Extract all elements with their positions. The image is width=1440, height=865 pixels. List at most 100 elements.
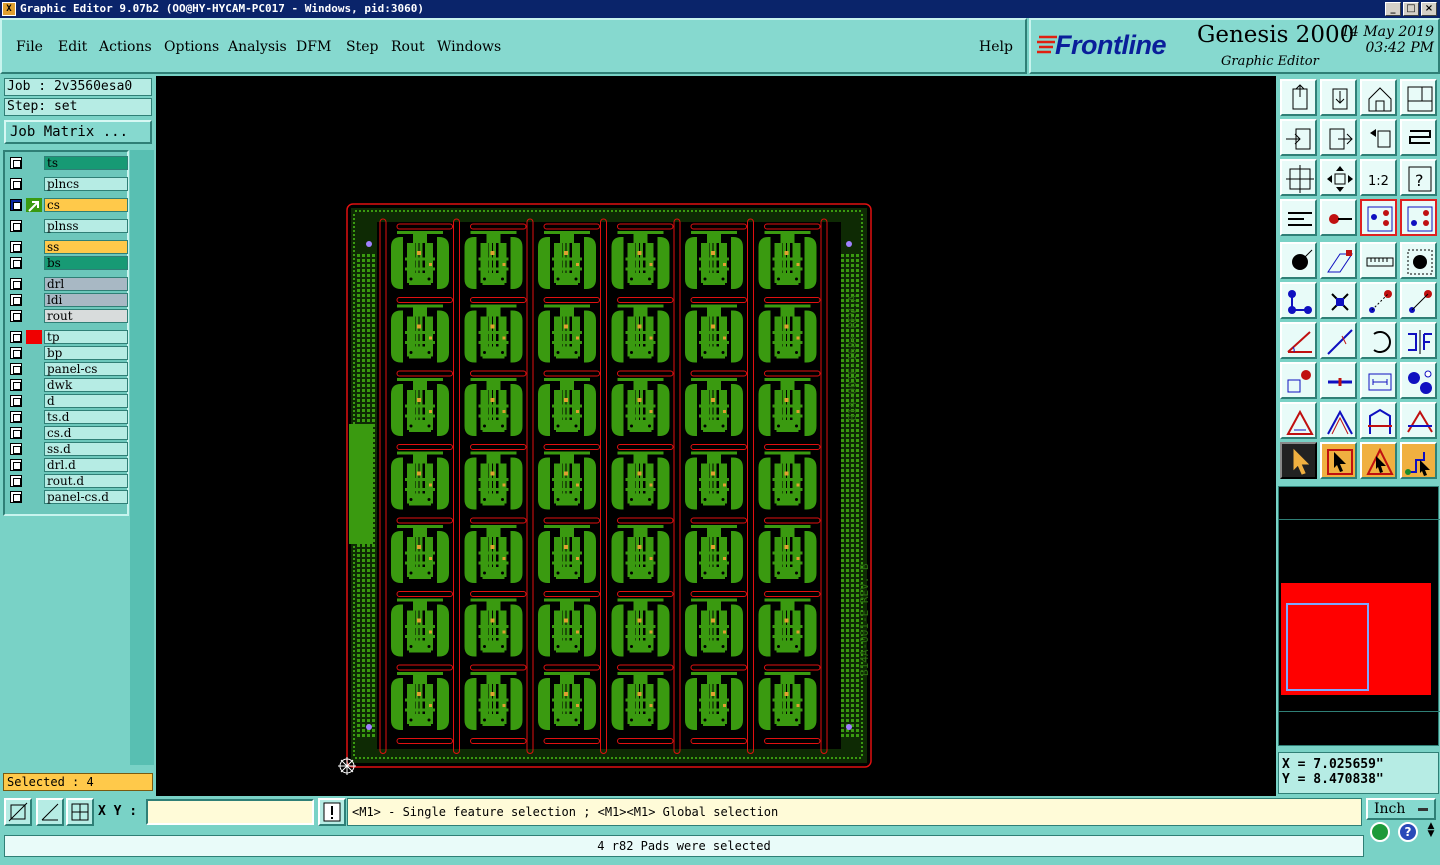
close-button[interactable]: × (1421, 2, 1437, 16)
home-button[interactable] (1360, 79, 1397, 116)
layer-checkbox[interactable] (10, 220, 22, 232)
layer-checkbox[interactable] (10, 379, 22, 391)
layer-name[interactable]: dwk (44, 378, 128, 392)
layer-checkbox[interactable] (10, 427, 22, 439)
layer-name[interactable]: bs (44, 256, 128, 270)
outline-2-button[interactable] (1320, 402, 1357, 439)
layer-checkbox[interactable] (10, 178, 22, 190)
undo-button[interactable] (1360, 119, 1397, 156)
menu-file[interactable]: File (16, 39, 43, 55)
menu-help[interactable]: Help (979, 39, 1013, 55)
layer-checkbox[interactable] (10, 491, 22, 503)
menu-step[interactable]: Step (346, 39, 378, 55)
layer-row-rout-d[interactable]: rout.d (8, 474, 128, 488)
minimize-button[interactable]: _ (1385, 2, 1401, 16)
layer-row-plnss[interactable]: plnss (8, 219, 128, 233)
layer-row-ldi[interactable]: ldi (8, 293, 128, 307)
layer-checkbox[interactable] (10, 363, 22, 375)
alert-button[interactable] (318, 798, 346, 826)
menu-dfm[interactable]: DFM (296, 39, 331, 55)
layer-checkbox[interactable] (10, 310, 22, 322)
layer-name[interactable]: ldi (44, 293, 128, 307)
layer-name[interactable]: d (44, 394, 128, 408)
window-layout-button[interactable] (1400, 79, 1437, 116)
layer-name[interactable]: panel-cs (44, 362, 128, 376)
menu-rout[interactable]: Rout (391, 39, 425, 55)
layer-name[interactable]: plncs (44, 177, 128, 191)
layer-row-bp[interactable]: bp (8, 346, 128, 360)
layer-checkbox[interactable] (10, 294, 22, 306)
zoom-ratio-button[interactable]: 1:2 (1360, 159, 1397, 196)
layer-row-rout[interactable]: rout (8, 309, 128, 323)
slope-button[interactable] (1320, 322, 1357, 359)
layer-name[interactable]: drl.d (44, 458, 128, 472)
layer-checkbox[interactable] (10, 347, 22, 359)
zoom-box-button[interactable] (4, 798, 32, 826)
layer-checkbox[interactable] (10, 411, 22, 423)
units-select[interactable]: Inch (1366, 798, 1436, 820)
properties-button[interactable] (1280, 199, 1317, 236)
select-area-button[interactable] (1400, 242, 1437, 279)
menu-actions[interactable]: Actions (99, 39, 152, 55)
layer-row-drl-d[interactable]: drl.d (8, 458, 128, 472)
layer-row-cs[interactable]: cs (8, 198, 128, 212)
layer-checkbox[interactable] (10, 459, 22, 471)
layer-row-panel-cs-d[interactable]: panel-cs.d (8, 490, 128, 504)
xy-input[interactable] (146, 799, 314, 825)
grid-button[interactable] (66, 798, 94, 826)
move-button[interactable] (1360, 282, 1397, 319)
layer-row-plncs[interactable]: plncs (8, 177, 128, 191)
job-matrix-button[interactable]: Job Matrix ... (4, 120, 152, 144)
delete-button[interactable] (1320, 282, 1357, 319)
layer-name[interactable]: plnss (44, 219, 128, 233)
overview-viewport[interactable] (1286, 603, 1369, 691)
maximize-button[interactable]: □ (1403, 2, 1419, 16)
copy-button[interactable] (1400, 282, 1437, 319)
ruler-button[interactable] (1360, 242, 1397, 279)
layer-checkbox[interactable] (10, 199, 22, 211)
layer-name[interactable]: ss.d (44, 442, 128, 456)
layer-row-ts-d[interactable]: ts.d (8, 410, 128, 424)
sync-icon[interactable] (1370, 822, 1390, 842)
layer-row-drl[interactable]: drl (8, 277, 128, 291)
zoom-fit-button[interactable] (1280, 159, 1317, 196)
select-pointer-button[interactable] (1320, 442, 1357, 479)
layer-checkbox[interactable] (10, 257, 22, 269)
layer-compare-button[interactable] (1360, 199, 1397, 236)
menu-options[interactable]: Options (164, 39, 219, 55)
layer-checkbox[interactable] (10, 278, 22, 290)
menu-edit[interactable]: Edit (58, 39, 87, 55)
save-job-button[interactable] (1320, 79, 1357, 116)
layer-row-tp[interactable]: tp (8, 330, 128, 344)
layer-checkbox[interactable] (10, 443, 22, 455)
overview-map[interactable] (1278, 486, 1440, 746)
layer-checkbox[interactable] (10, 331, 22, 343)
resize-button[interactable] (1280, 362, 1317, 399)
measure-dist-button[interactable] (1360, 362, 1397, 399)
layer-checkbox[interactable] (10, 395, 22, 407)
arc-button[interactable] (1360, 322, 1397, 359)
inside-pointer-button[interactable] (1360, 442, 1397, 479)
spinner-icon[interactable]: ▲ ▼ (1426, 822, 1436, 842)
help-icon[interactable]: ? (1398, 822, 1418, 842)
layer-checkbox[interactable] (10, 241, 22, 253)
layer-row-bs[interactable]: bs (8, 256, 128, 270)
layer-name[interactable]: tp (44, 330, 128, 344)
mirror-button[interactable] (1400, 322, 1437, 359)
outline-4-button[interactable] (1400, 402, 1437, 439)
angle-button[interactable] (1280, 322, 1317, 359)
layer-compare-2-button[interactable] (1400, 199, 1437, 236)
layer-row-ss-d[interactable]: ss.d (8, 442, 128, 456)
layer-name[interactable]: cs (44, 198, 128, 212)
query-button[interactable]: ? (1400, 159, 1437, 196)
layer-row-dwk[interactable]: dwk (8, 378, 128, 392)
layer-row-ss[interactable]: ss (8, 240, 128, 254)
pan-button[interactable] (1320, 159, 1357, 196)
layer-name[interactable]: ss (44, 240, 128, 254)
layer-name[interactable]: rout (44, 309, 128, 323)
layer-row-ts[interactable]: ts (8, 156, 128, 170)
layer-checkbox[interactable] (10, 157, 22, 169)
open-job-button[interactable] (1280, 79, 1317, 116)
snap-button[interactable] (1320, 199, 1357, 236)
connect-button[interactable] (1280, 282, 1317, 319)
